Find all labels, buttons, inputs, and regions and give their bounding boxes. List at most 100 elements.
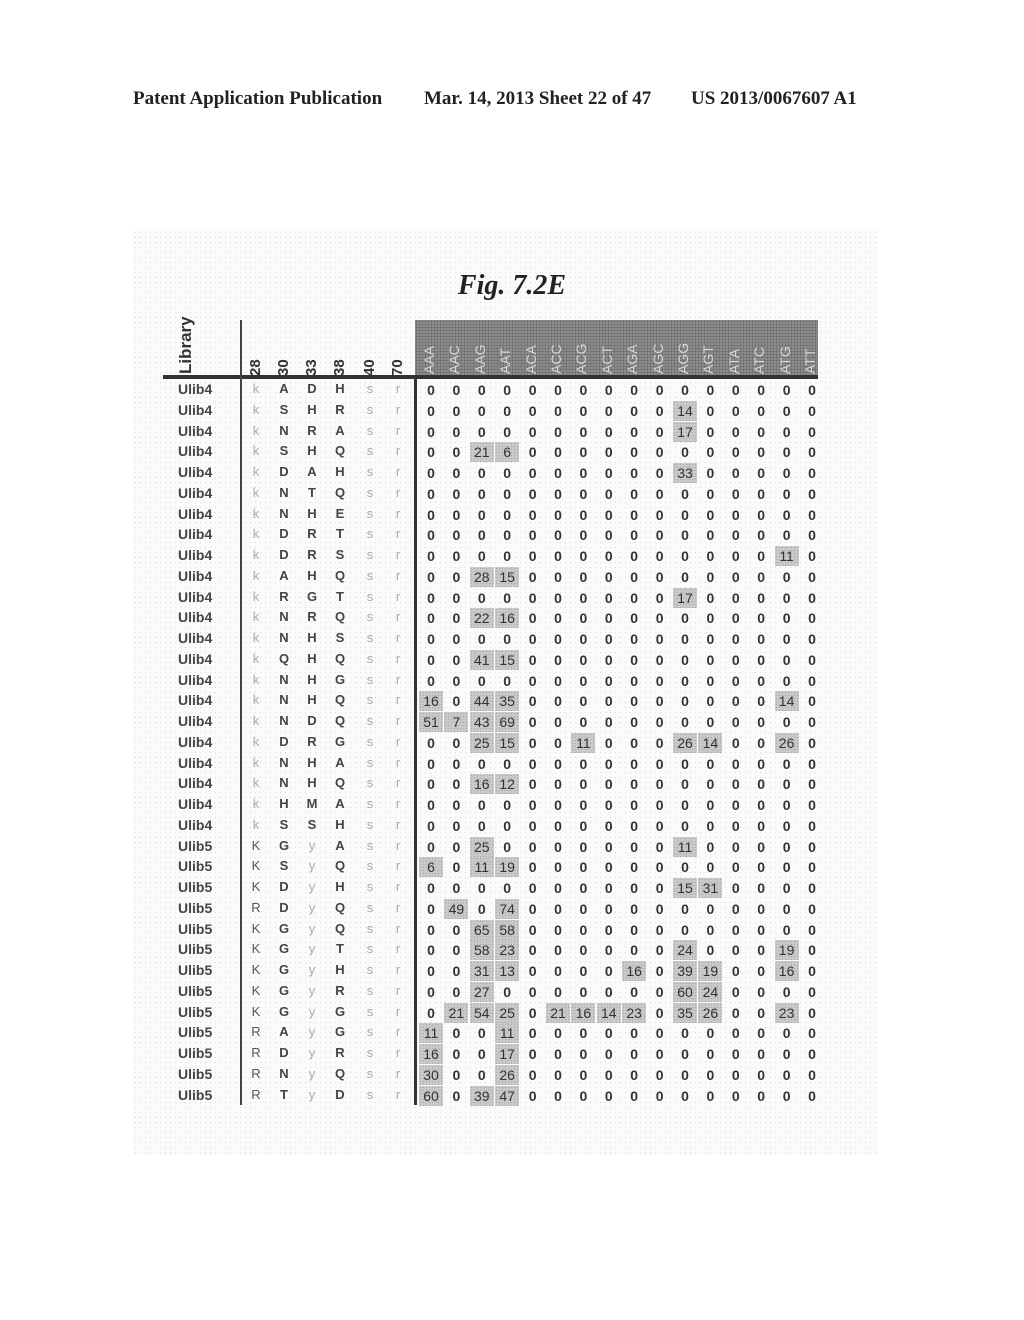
count-cell: 0: [477, 817, 486, 834]
count-cell: 0: [808, 1087, 816, 1104]
count-cell: 0: [681, 631, 689, 647]
count-cell: 0: [604, 672, 613, 689]
count-cell: 0: [757, 610, 766, 627]
count-cell: 0: [630, 423, 639, 440]
count-cell: 16: [571, 1002, 596, 1023]
library-name: Ulib4: [178, 588, 213, 605]
count-cell: 0: [554, 465, 562, 481]
count-cell: 0: [731, 693, 740, 710]
table-row: Ulib4 k N H Gs r 0 0 0 0 0 0 0 0 0 0 0 0 0 0 0 0: [0, 672, 1024, 692]
codon-header-label: AGT: [700, 345, 717, 374]
count-cell: 0: [757, 382, 766, 398]
residue-cell: R: [307, 422, 317, 438]
table-row: Ulib4 k S S Hs r 0 0 0 0 0 0 0 0 0 0 0 0 0 0 0 0: [0, 817, 1024, 837]
count-cell: 0: [731, 734, 740, 751]
residue-cell: D: [279, 464, 289, 479]
count-cell: 0: [554, 423, 562, 440]
table-row: Ulib4 k N R Qs r 0 0 22 16 0 0 0 0 0 0 0 0 0 0 0 0: [0, 608, 1024, 629]
count-cell: 0: [579, 1066, 588, 1083]
count-cell: 0: [579, 382, 588, 398]
residue-cell: y: [308, 982, 316, 998]
count-cell: 0: [655, 1066, 664, 1083]
count-cell: 0: [782, 1046, 791, 1062]
count-cell: 0: [503, 402, 512, 419]
position-header-label: 30: [275, 359, 292, 376]
residue-cell: K: [251, 941, 261, 957]
count-cell: 0: [681, 610, 689, 627]
count-cell: 0: [731, 1087, 740, 1104]
residue-cell: K: [251, 920, 261, 936]
count-cell: 12: [495, 774, 520, 795]
residue-cell: S: [279, 401, 289, 417]
library-name: Ulib5: [178, 837, 213, 854]
count-cell: 17: [673, 587, 697, 608]
count-cell: 0: [782, 631, 791, 647]
count-cell: 24: [673, 940, 697, 961]
library-name: Ulib4: [178, 484, 213, 501]
residue-cell: N: [279, 422, 289, 438]
count-cell: 0: [630, 589, 639, 606]
library-name: Ulib4: [178, 713, 213, 729]
residue-cell: k: [252, 526, 260, 542]
residue-cell: r: [395, 941, 401, 957]
count-cell: 0: [579, 963, 588, 979]
count-cell: 0: [604, 651, 613, 668]
codon-header: ACG: [573, 324, 595, 374]
residue-cell: H: [307, 754, 317, 770]
residue-cell: R: [307, 609, 317, 625]
count-cell: 0: [427, 548, 435, 564]
count-cell: 0: [554, 382, 562, 398]
library-name: Ulib5: [178, 962, 213, 978]
patent-number: US 2013/0067607 A1: [691, 88, 857, 109]
count-cell: 0: [427, 838, 435, 855]
residue-cell: G: [334, 1024, 346, 1040]
library-name: Ulib5: [178, 1045, 213, 1061]
count-cell: 0: [630, 382, 639, 398]
codon-header: ATA: [726, 324, 748, 374]
count-cell: 21: [546, 1002, 570, 1023]
residue-cell: R: [251, 1065, 261, 1081]
count-cell: 0: [554, 1066, 562, 1083]
count-cell: 0: [503, 838, 512, 855]
count-cell: 0: [731, 568, 740, 585]
residue-cell: A: [279, 381, 289, 396]
count-cell: 0: [757, 1025, 766, 1042]
count-cell: 35: [673, 1002, 697, 1023]
count-cell: 0: [808, 776, 816, 793]
count-cell: 0: [706, 506, 715, 523]
count-cell: 0: [757, 1004, 766, 1021]
count-cell: 0: [528, 506, 537, 523]
count-cell: 24: [698, 981, 723, 1002]
count-cell: 0: [655, 983, 664, 1000]
count-cell: 19: [698, 961, 723, 981]
count-cell: 0: [782, 423, 791, 440]
residue-cell: s: [366, 692, 374, 708]
count-cell: 0: [681, 506, 689, 523]
residue-cell: S: [335, 630, 345, 645]
codon-header-label: AAA: [421, 345, 437, 374]
residue-cell: D: [279, 1045, 289, 1060]
count-cell: 0: [528, 776, 537, 793]
codon-header-label: AGG: [675, 342, 691, 374]
residue-cell: R: [307, 733, 317, 749]
count-cell: 0: [477, 631, 486, 647]
count-cell: 0: [477, 672, 486, 689]
codon-header-label: AGA: [624, 344, 641, 374]
count-cell: 0: [731, 465, 740, 481]
residue-cell: H: [307, 630, 317, 645]
count-cell: 0: [477, 755, 486, 772]
residue-cell: D: [279, 899, 289, 915]
count-cell: 0: [782, 1025, 791, 1042]
table-row: Ulib5 K Gy As r 0 0 25 0 0 0 0 0 0 0 11 0 0 0 0 0: [0, 836, 1024, 858]
table-row: Ulib5 R Ny Qs r 30 0 0 26 0 0 0 0 0 0 0 0 0 0 0 0: [0, 1064, 1024, 1086]
count-cell: 0: [579, 651, 588, 668]
count-cell: 0: [528, 402, 537, 419]
residue-cell: r: [395, 962, 401, 977]
count-cell: 0: [452, 734, 461, 751]
header-divider: [163, 375, 818, 379]
count-cell: 0: [554, 568, 562, 585]
count-cell: 0: [427, 755, 435, 772]
residue-cell: s: [366, 547, 374, 562]
count-cell: 19: [774, 940, 799, 961]
count-cell: 0: [427, 776, 435, 793]
